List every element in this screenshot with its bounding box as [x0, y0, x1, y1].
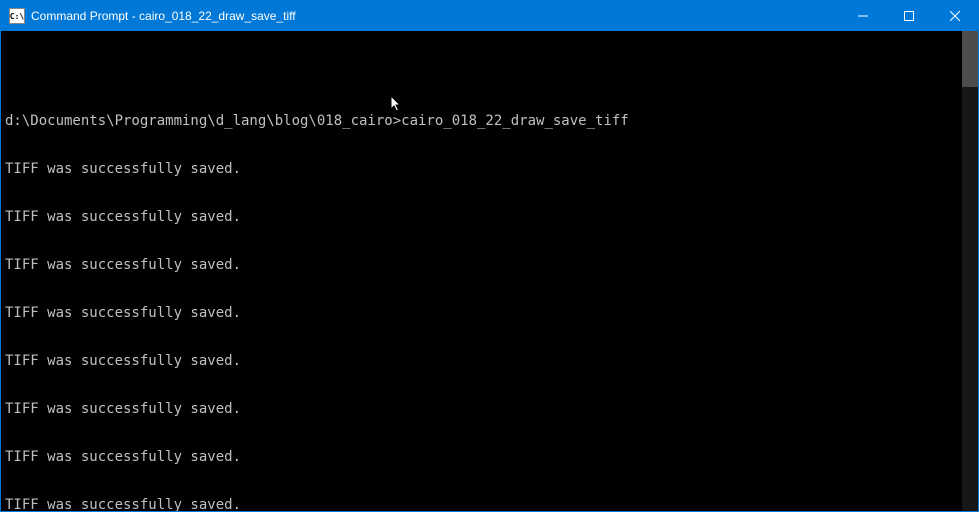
window-title: Command Prompt - cairo_018_22_draw_save_…	[31, 9, 840, 23]
blank-line	[5, 65, 962, 81]
close-button[interactable]	[932, 1, 978, 31]
output-line: TIFF was successfully saved.	[5, 401, 962, 417]
cmd-icon: C:\	[9, 8, 25, 24]
scrollbar-thumb[interactable]	[962, 31, 978, 87]
output-line: TIFF was successfully saved.	[5, 449, 962, 465]
window-controls	[840, 1, 978, 31]
maximize-icon	[904, 11, 914, 21]
output-line: TIFF was successfully saved.	[5, 161, 962, 177]
console-text: d:\Documents\Programming\d_lang\blog\018…	[5, 33, 962, 511]
prompt-line: d:\Documents\Programming\d_lang\blog\018…	[5, 113, 962, 129]
minimize-icon	[858, 11, 868, 21]
close-icon	[950, 11, 960, 21]
minimize-button[interactable]	[840, 1, 886, 31]
vertical-scrollbar[interactable]	[962, 31, 978, 511]
output-line: TIFF was successfully saved.	[5, 497, 962, 511]
console-output[interactable]: d:\Documents\Programming\d_lang\blog\018…	[1, 31, 978, 511]
output-line: TIFF was successfully saved.	[5, 305, 962, 321]
output-line: TIFF was successfully saved.	[5, 209, 962, 225]
output-line: TIFF was successfully saved.	[5, 353, 962, 369]
titlebar[interactable]: C:\ Command Prompt - cairo_018_22_draw_s…	[1, 1, 978, 31]
command-prompt-window: C:\ Command Prompt - cairo_018_22_draw_s…	[0, 0, 979, 512]
output-line: TIFF was successfully saved.	[5, 257, 962, 273]
maximize-button[interactable]	[886, 1, 932, 31]
